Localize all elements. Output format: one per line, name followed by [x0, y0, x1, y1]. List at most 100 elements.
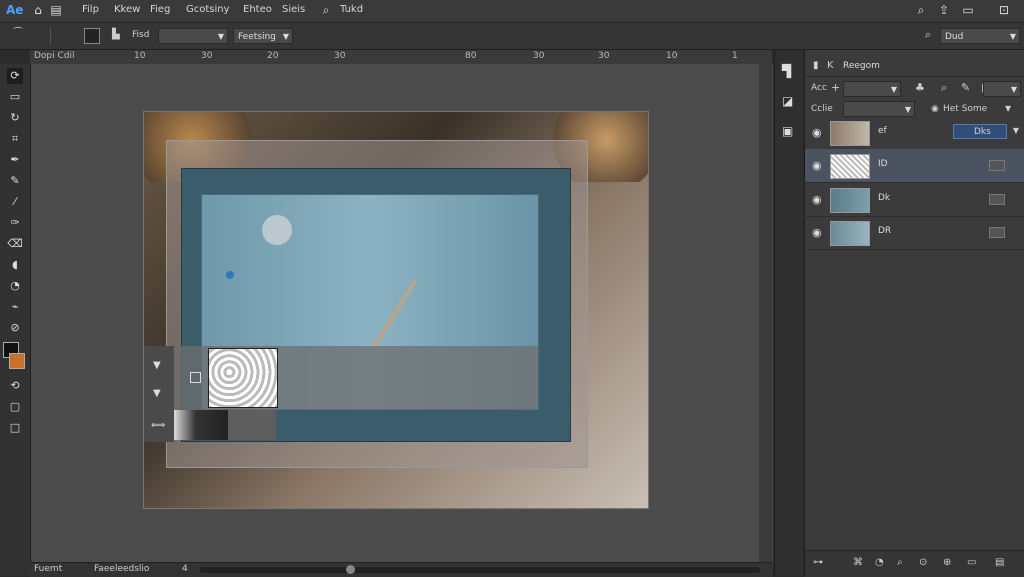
image-detail	[371, 280, 417, 350]
ruler-tick: 20	[267, 51, 279, 61]
layer-name: Dk	[878, 193, 891, 203]
blend-mode-dropdown[interactable]: ▼	[843, 101, 915, 117]
expand-icon[interactable]: ⟺	[151, 420, 165, 431]
tool-preset-icon[interactable]: ⁀	[14, 28, 22, 39]
type-icon[interactable]: ⊘	[7, 320, 23, 336]
export-icon[interactable]: ⇪	[936, 2, 952, 18]
mask-icon[interactable]: ◔	[875, 557, 884, 568]
menu-filter[interactable]: Ehteo	[243, 4, 272, 15]
ruler: Dopi Cdil 10 30 20 30 80 30 30 10 1	[30, 50, 772, 65]
texture-thumbnail[interactable]	[174, 410, 228, 440]
search-icon[interactable]: ⌕	[941, 81, 947, 95]
opacity-dropdown[interactable]: ▼	[983, 81, 1021, 97]
layer-row[interactable]: ◉ DR	[805, 216, 1024, 250]
layer-row[interactable]: ◉ Dk	[805, 183, 1024, 217]
pattern-thumbnail[interactable]	[208, 348, 278, 408]
overlay-strip[interactable]	[144, 346, 538, 410]
window-icon[interactable]: ▭	[960, 2, 976, 18]
text-filter-icon[interactable]: ✎	[961, 81, 970, 94]
screen-mode-icon[interactable]: □	[7, 420, 23, 436]
link-icon[interactable]: ⊶	[813, 557, 823, 568]
layer-thumbnail	[830, 121, 870, 146]
swap-colors-icon[interactable]: ⟲	[7, 378, 23, 394]
menu-bar: Ae ⌂ ▤ Filp Kkew Fieg Gcotsiny Ehteo Sie…	[0, 0, 1024, 23]
layer-row[interactable]: ◉ ef Dks ▼	[805, 116, 1024, 150]
collapse-icon[interactable]: K	[827, 60, 834, 71]
chevron-down-icon[interactable]: ▼	[153, 388, 161, 399]
menu-layer[interactable]: Gcotsiny	[186, 4, 230, 15]
trash-icon[interactable]: ▤	[995, 557, 1004, 568]
ruler-label: Dopi Cdil	[34, 51, 75, 61]
layers-panel: ▮ K Reegom Acc + ▼ ♣ ⌕ ✎ ▤ ▼ Cclie ▼ ◉ H…	[804, 50, 1024, 577]
workspace-icon[interactable]: ▤	[48, 2, 64, 18]
healing-icon[interactable]: ✎	[7, 173, 23, 189]
close-icon[interactable]: ⊡	[996, 2, 1012, 18]
crop-icon[interactable]: ⌗	[7, 131, 23, 147]
eye-icon[interactable]: ◉	[812, 193, 822, 206]
brush-preview-icon[interactable]	[84, 28, 100, 44]
fill-label: Het Some	[943, 104, 988, 114]
menu-icon[interactable]: ▮	[813, 60, 819, 71]
layer-mask-icon[interactable]	[989, 194, 1005, 205]
scroll-thumb[interactable]	[346, 565, 355, 574]
marquee-icon[interactable]: ▭	[7, 89, 23, 105]
size-dropdown[interactable]: ▼	[158, 28, 228, 44]
search-icon[interactable]: ⌕	[318, 2, 334, 18]
pixel-filter-icon[interactable]: ♣	[915, 81, 925, 94]
fx-icon[interactable]: ⌘	[853, 557, 863, 568]
add-icon[interactable]: +	[831, 81, 840, 94]
ruler-tick: 30	[598, 51, 610, 61]
menu-file[interactable]: Filp	[82, 4, 99, 15]
properties-icon[interactable]: ▣	[782, 124, 793, 138]
canvas-area[interactable]: ▼ ▼ ⟺	[31, 64, 773, 562]
eye-icon[interactable]: ◉	[812, 159, 822, 172]
adjustments-icon[interactable]: ◪	[782, 94, 793, 108]
panel-title[interactable]: Reegom	[843, 61, 880, 71]
mode-dropdown[interactable]: Feetsing ▼	[233, 28, 293, 44]
vertical-scrollbar[interactable]	[759, 64, 772, 562]
pen-icon[interactable]: ⌁	[7, 299, 23, 315]
status-zoom: Fuemt	[34, 564, 63, 574]
adjustment-icon[interactable]: ⌕	[897, 557, 903, 568]
search-icon[interactable]: ⌕	[913, 2, 929, 18]
menu-image[interactable]: Fieg	[150, 4, 170, 15]
new-layer-icon[interactable]: ⊕	[943, 557, 951, 568]
document-image[interactable]: ▼ ▼ ⟺	[144, 112, 648, 508]
horizontal-scrollbar[interactable]	[200, 567, 760, 573]
history-icon[interactable]: ▜	[782, 64, 791, 78]
checkbox-icon[interactable]	[190, 372, 201, 383]
quick-mask-icon[interactable]: ▢	[7, 399, 23, 415]
eyedropper-icon[interactable]: ✒	[7, 152, 23, 168]
gradient-icon[interactable]: ◖	[7, 257, 23, 273]
copy-icon[interactable]: ▭	[967, 557, 976, 568]
folder-icon[interactable]: ⊙	[919, 557, 927, 568]
eye-icon[interactable]: ◉	[812, 126, 822, 139]
layer-mask-icon[interactable]	[989, 227, 1005, 238]
filter-dropdown[interactable]: ▼	[843, 81, 901, 97]
chevron-down-icon[interactable]: ▼	[1013, 126, 1019, 135]
brush-icon[interactable]: ⁄	[7, 194, 23, 210]
option-label: Fisd	[132, 30, 150, 40]
eraser-icon[interactable]: ⌫	[7, 236, 23, 252]
chevron-down-icon[interactable]: ▼	[153, 360, 161, 371]
background-color-swatch[interactable]	[9, 353, 25, 369]
layer-row[interactable]: ◉ ID	[805, 149, 1024, 183]
menu-window[interactable]: Tukd	[340, 4, 363, 15]
app-logo[interactable]: Ae	[6, 3, 23, 17]
eye-icon[interactable]: ◉	[812, 226, 822, 239]
menu-edit[interactable]: Kkew	[114, 4, 140, 15]
panel-icon-strip: ▜ ◪ ▣	[774, 50, 803, 576]
radio-icon[interactable]: ◉	[931, 104, 939, 114]
lasso-icon[interactable]: ⟳	[7, 68, 23, 84]
clone-icon[interactable]: ✑	[7, 215, 23, 231]
dodge-icon[interactable]: ◔	[7, 278, 23, 294]
layer-mask-icon[interactable]	[989, 160, 1005, 171]
chevron-down-icon[interactable]: ▼	[1005, 104, 1011, 113]
layer-badge[interactable]: Dks	[953, 124, 1007, 139]
layer-name: ID	[878, 159, 888, 169]
home-icon[interactable]: ⌂	[30, 2, 46, 18]
menu-view[interactable]: Sieis	[282, 4, 305, 15]
workspace-dropdown[interactable]: Dud ▼	[940, 28, 1020, 44]
quick-select-icon[interactable]: ↻	[7, 110, 23, 126]
search-icon[interactable]: ⌕	[925, 28, 931, 42]
